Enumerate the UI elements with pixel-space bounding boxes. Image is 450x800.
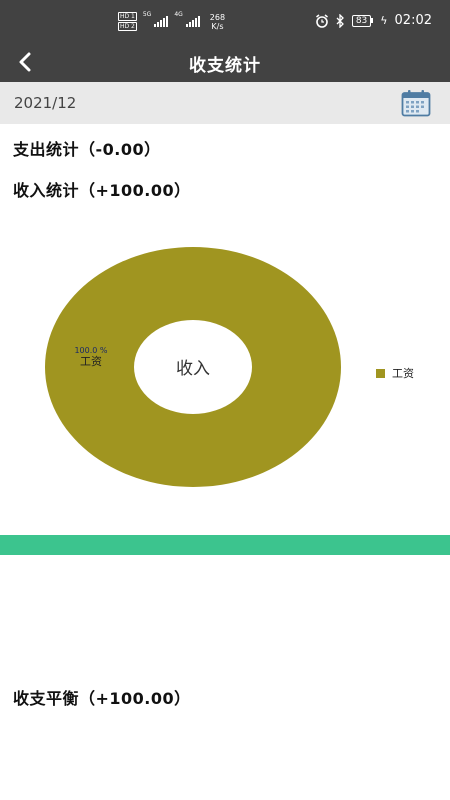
section-divider [0, 535, 450, 555]
hd1-badge: HD 1 [118, 12, 137, 21]
slice-category-label: 工资 [80, 355, 102, 368]
selected-month[interactable]: 2021/12 [14, 94, 76, 112]
title-bar: 收支统计 [0, 42, 450, 82]
income-summary: 收入统计（+100.00） [13, 177, 191, 201]
income-pie-chart: 100.0 % 工资 收入 工资 [0, 225, 450, 515]
status-bar: HD 1 HD 2 5G 4G 268 K/s 83 ϟ 02:02 [0, 0, 450, 42]
chart-legend: 工资 [376, 365, 414, 381]
expense-summary-label: 支出统计（-0.00） [13, 140, 161, 159]
clock: 02:02 [394, 13, 432, 28]
legend-swatch [376, 368, 385, 378]
donut-center-label: 收入 [176, 359, 210, 379]
network-type-2: 4G [174, 11, 183, 18]
battery-level: 83 [351, 14, 372, 27]
charging-icon: ϟ [380, 14, 388, 27]
battery-icon: 83 [351, 14, 374, 27]
balance-summary-label: 收支平衡（+100.00） [13, 689, 191, 708]
expense-summary: 支出统计（-0.00） [13, 136, 161, 160]
network-type-1: 5G [142, 11, 152, 18]
alarm-icon [315, 13, 328, 28]
system-indicators: 83 ϟ 02:02 [315, 13, 432, 28]
income-summary-label: 收入统计（+100.00） [13, 181, 191, 200]
calendar-button[interactable] [401, 89, 431, 117]
date-selector-bar: 2021/12 [0, 82, 450, 124]
page-title: 收支统计 [189, 56, 261, 76]
network-indicators: HD 1 HD 2 5G 4G 268 K/s [118, 12, 225, 31]
calendar-icon [401, 90, 431, 117]
signal-icon [154, 16, 169, 27]
network-speed: 268 K/s [210, 13, 225, 31]
legend-label: 工资 [392, 367, 414, 380]
speed-value: 268 [209, 12, 226, 22]
hd2-badge: HD 2 [118, 22, 137, 31]
balance-summary: 收支平衡（+100.00） [13, 685, 191, 709]
bluetooth-icon [336, 13, 344, 28]
speed-unit: K/s [211, 21, 224, 31]
slice-percent-label: 100.0 % [74, 346, 107, 355]
signal-icon [185, 16, 200, 27]
